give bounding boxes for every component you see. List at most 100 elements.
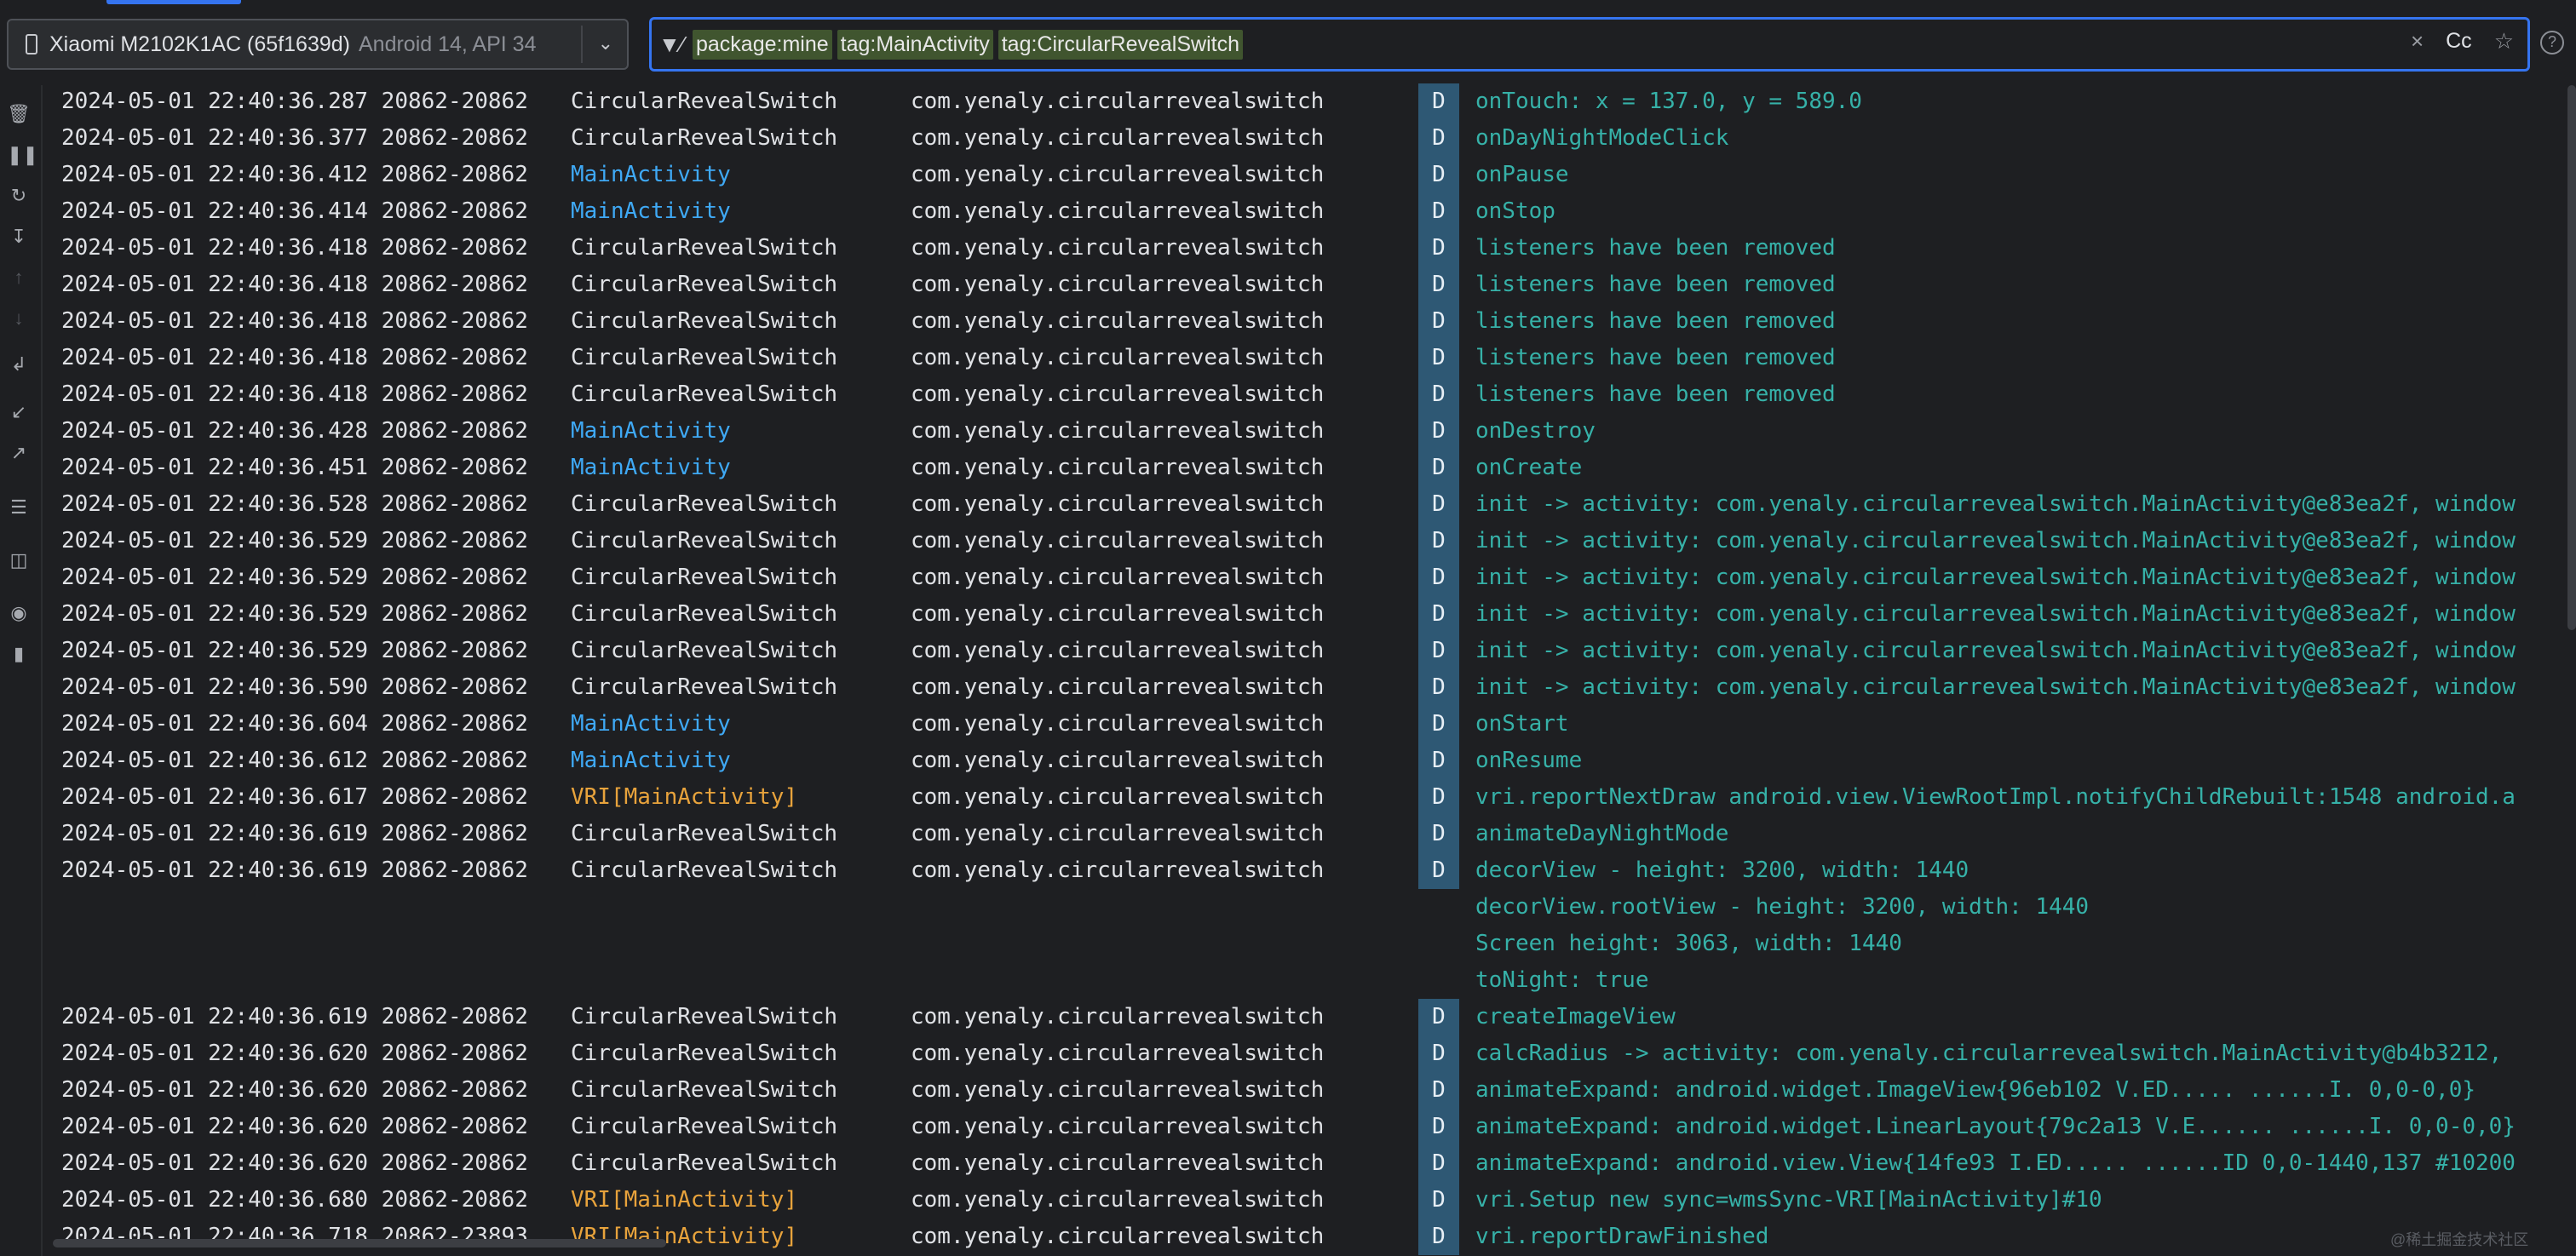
clear-filter-icon[interactable]: ×: [2411, 28, 2424, 54]
log-message: onDayNightModeClick: [1475, 125, 1729, 151]
chevron-down-icon[interactable]: ⌄: [598, 32, 613, 54]
pause-icon[interactable]: ❚❚: [7, 143, 38, 167]
log-message: init -> activity: com.yenaly.circularrev…: [1475, 638, 2516, 663]
log-row[interactable]: 2024-05-01 22:40:36.529 20862-20862 Circu…: [43, 596, 2576, 633]
import-icon[interactable]: ↙: [7, 400, 31, 424]
log-tag: CircularRevealSwitch: [571, 1077, 838, 1103]
log-row[interactable]: 2024-05-01 22:40:36.528 20862-20862 Circu…: [43, 486, 2576, 523]
log-timestamp: 2024-05-01 22:40:36.377 20862-20862: [61, 125, 528, 151]
log-row[interactable]: 2024-05-01 22:40:36.620 20862-20862 Circu…: [43, 1072, 2576, 1109]
log-message: listeners have been removed: [1475, 272, 1836, 297]
log-tag: CircularRevealSwitch: [571, 601, 838, 627]
log-row[interactable]: 2024-05-01 22:40:36.377 20862-20862 Circu…: [43, 120, 2576, 157]
log-message: listeners have been removed: [1475, 345, 1836, 370]
log-message: init -> activity: com.yenaly.circularrev…: [1475, 601, 2516, 627]
log-package: com.yenaly.circularrevealswitch: [911, 1114, 1325, 1139]
log-message: onStop: [1475, 198, 1555, 224]
log-package: com.yenaly.circularrevealswitch: [911, 784, 1325, 810]
match-case-button[interactable]: Cc: [2446, 29, 2472, 54]
log-level-badge: D: [1418, 157, 1459, 193]
arrow-down-icon[interactable]: ↓: [7, 307, 31, 330]
filter-token-tag-reveal: tag:CircularRevealSwitch: [998, 29, 1243, 60]
log-row[interactable]: 2024-05-01 22:40:36.619 20862-20862 Circu…: [43, 816, 2576, 852]
log-row[interactable]: 2024-05-01 22:40:36.529 20862-20862 Circu…: [43, 523, 2576, 559]
filter-query-input[interactable]: package:mine tag:MainActivity tag:Circul…: [693, 29, 1248, 60]
log-row[interactable]: 2024-05-01 22:40:36.412 20862-20862 MainA…: [43, 157, 2576, 193]
log-package: com.yenaly.circularrevealswitch: [911, 272, 1325, 297]
log-package: com.yenaly.circularrevealswitch: [911, 711, 1325, 737]
filter-icon[interactable]: ▼⁄: [658, 32, 693, 58]
log-message: animateDayNightMode: [1475, 821, 1729, 846]
log-timestamp: 2024-05-01 22:40:36.619 20862-20862: [61, 1004, 528, 1029]
log-row[interactable]: Screen height: 3063, width: 1440: [43, 926, 2576, 962]
log-row[interactable]: 2024-05-01 22:40:36.418 20862-20862 Circu…: [43, 267, 2576, 303]
log-level-badge: D: [1418, 779, 1459, 816]
split-panel-icon[interactable]: ◫: [7, 548, 31, 572]
log-tag: CircularRevealSwitch: [571, 308, 838, 334]
log-timestamp: 2024-05-01 22:40:36.620 20862-20862: [61, 1077, 528, 1103]
scroll-to-end-icon[interactable]: ↧: [7, 225, 31, 249]
log-tag: CircularRevealSwitch: [571, 565, 838, 590]
log-row[interactable]: toNight: true: [43, 962, 2576, 999]
log-row[interactable]: 2024-05-01 22:40:36.604 20862-20862 MainA…: [43, 706, 2576, 743]
restart-icon[interactable]: ↻: [7, 184, 31, 208]
log-row[interactable]: 2024-05-01 22:40:36.680 20862-20862 VRI[M…: [43, 1182, 2576, 1219]
trash-icon[interactable]: 🗑: [7, 102, 31, 126]
log-message: animateExpand: android.view.View{14fe93 …: [1475, 1150, 2516, 1176]
log-tag: CircularRevealSwitch: [571, 857, 838, 883]
log-timestamp: 2024-05-01 22:40:36.418 20862-20862: [61, 381, 528, 407]
device-selector[interactable]: Xiaomi M2102K1AC (65f1639d) Android 14, …: [7, 19, 629, 70]
log-row[interactable]: 2024-05-01 22:40:36.590 20862-20862 Circu…: [43, 669, 2576, 706]
settings-icon[interactable]: ☰: [7, 496, 31, 519]
export-icon[interactable]: ↗: [7, 441, 31, 465]
log-row[interactable]: 2024-05-01 22:40:36.620 20862-20862 Circu…: [43, 1035, 2576, 1072]
screen-record-icon[interactable]: ▮: [7, 642, 31, 666]
log-level-badge: D: [1418, 1035, 1459, 1072]
log-row[interactable]: 2024-05-01 22:40:36.612 20862-20862 MainA…: [43, 743, 2576, 779]
help-icon[interactable]: ?: [2540, 31, 2564, 54]
log-package: com.yenaly.circularrevealswitch: [911, 528, 1325, 553]
log-row[interactable]: 2024-05-01 22:40:36.287 20862-20862 Circu…: [43, 83, 2576, 120]
vertical-scrollbar[interactable]: [2567, 85, 2576, 630]
log-level-badge: D: [1418, 669, 1459, 706]
soft-wrap-icon[interactable]: ↲: [7, 353, 31, 376]
log-timestamp: 2024-05-01 22:40:36.620 20862-20862: [61, 1114, 528, 1139]
log-row[interactable]: 2024-05-01 22:40:36.619 20862-20862 Circu…: [43, 852, 2576, 889]
log-timestamp: 2024-05-01 22:40:36.529 20862-20862: [61, 638, 528, 663]
logcat-filter-bar[interactable]: ▼⁄ package:mine tag:MainActivity tag:Cir…: [649, 17, 2530, 72]
log-row[interactable]: 2024-05-01 22:40:36.418 20862-20862 Circu…: [43, 230, 2576, 267]
log-row[interactable]: 2024-05-01 22:40:36.428 20862-20862 MainA…: [43, 413, 2576, 450]
log-message: calcRadius -> activity: com.yenaly.circu…: [1475, 1041, 2503, 1066]
log-timestamp: 2024-05-01 22:40:36.620 20862-20862: [61, 1150, 528, 1176]
logcat-output[interactable]: 2024-05-01 22:40:36.287 20862-20862 Circu…: [43, 83, 2576, 1256]
log-package: com.yenaly.circularrevealswitch: [911, 308, 1325, 334]
log-row[interactable]: 2024-05-01 22:40:36.451 20862-20862 MainA…: [43, 450, 2576, 486]
log-tag: CircularRevealSwitch: [571, 638, 838, 663]
horizontal-scrollbar[interactable]: [53, 1239, 666, 1247]
log-level-badge: D: [1418, 1145, 1459, 1182]
screenshot-icon[interactable]: ◉: [7, 601, 31, 625]
log-row[interactable]: 2024-05-01 22:40:36.620 20862-20862 Circu…: [43, 1145, 2576, 1182]
log-row[interactable]: 2024-05-01 22:40:36.718 20862-23893 VRI[M…: [43, 1219, 2576, 1255]
log-level-badge: D: [1418, 303, 1459, 340]
log-row[interactable]: decorView.rootView - height: 3200, width…: [43, 889, 2576, 926]
log-row[interactable]: 2024-05-01 22:40:36.617 20862-20862 VRI[M…: [43, 779, 2576, 816]
log-row[interactable]: 2024-05-01 22:40:36.414 20862-20862 MainA…: [43, 193, 2576, 230]
log-tag: CircularRevealSwitch: [571, 491, 838, 517]
log-timestamp: 2024-05-01 22:40:36.412 20862-20862: [61, 162, 528, 187]
star-icon[interactable]: ☆: [2494, 28, 2514, 54]
log-level-badge: D: [1418, 559, 1459, 596]
log-row[interactable]: 2024-05-01 22:40:36.418 20862-20862 Circu…: [43, 376, 2576, 413]
log-row[interactable]: 2024-05-01 22:40:36.529 20862-20862 Circu…: [43, 633, 2576, 669]
arrow-up-icon[interactable]: ↑: [7, 266, 31, 290]
dropdown-separator: [581, 26, 583, 63]
log-row[interactable]: 2024-05-01 22:40:36.619 20862-20862 Circu…: [43, 999, 2576, 1035]
log-tag: MainActivity: [571, 198, 731, 224]
log-row[interactable]: 2024-05-01 22:40:36.418 20862-20862 Circu…: [43, 303, 2576, 340]
log-row[interactable]: 2024-05-01 22:40:36.620 20862-20862 Circu…: [43, 1109, 2576, 1145]
log-row[interactable]: 2024-05-01 22:40:36.418 20862-20862 Circu…: [43, 340, 2576, 376]
log-row[interactable]: 2024-05-01 22:40:36.529 20862-20862 Circu…: [43, 559, 2576, 596]
log-message: onStart: [1475, 711, 1569, 737]
log-package: com.yenaly.circularrevealswitch: [911, 162, 1325, 187]
log-package: com.yenaly.circularrevealswitch: [911, 638, 1325, 663]
